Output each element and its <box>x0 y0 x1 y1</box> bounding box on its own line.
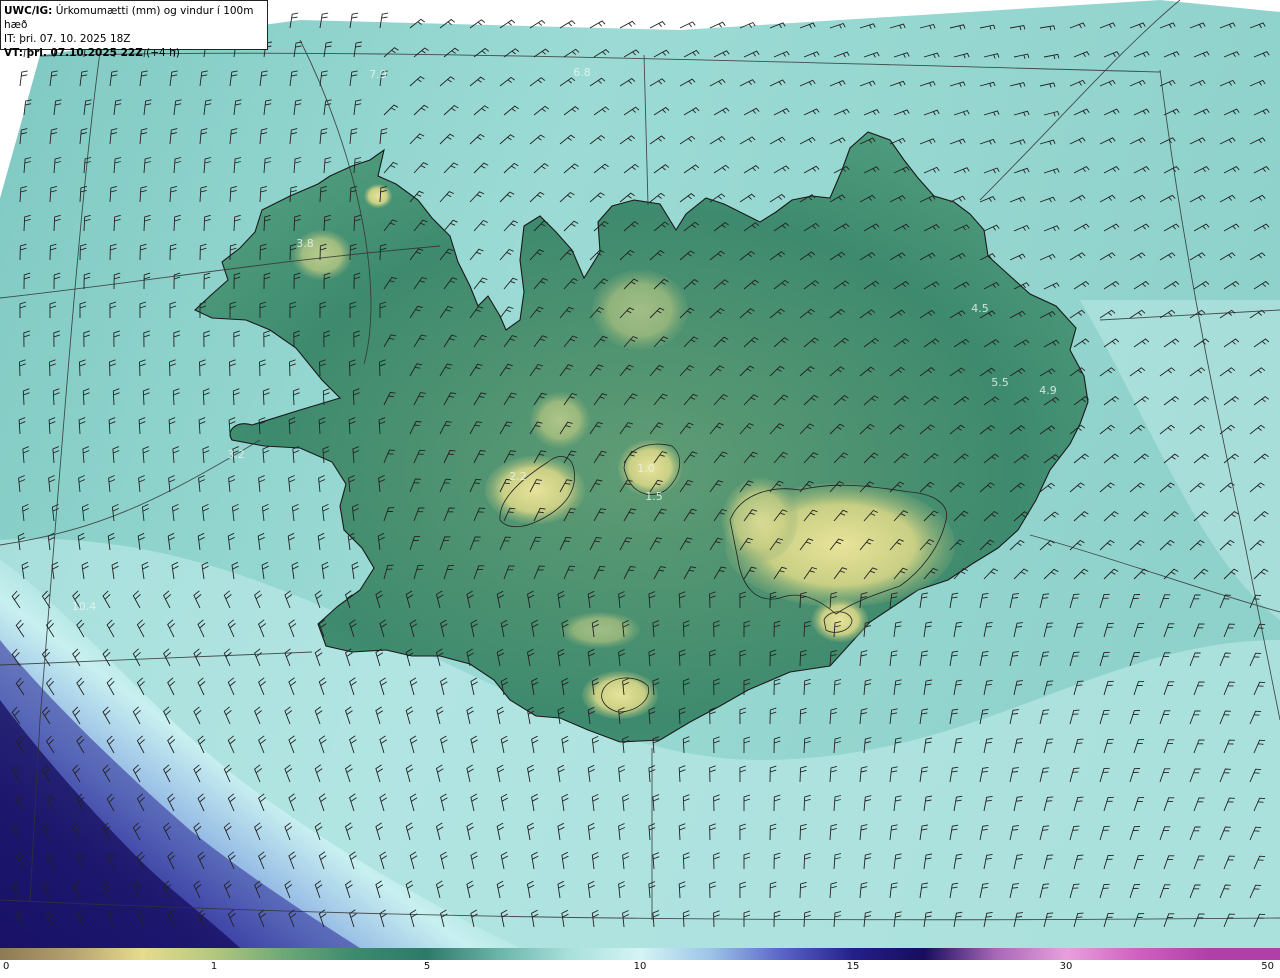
issue-time: IT: þri. 07. 10. 2025 18Z <box>4 33 131 45</box>
valid-offset: (+4 h) <box>146 47 180 59</box>
colorbar-tick-label: 5 <box>423 961 431 972</box>
value-label: 4.9 <box>1039 384 1057 397</box>
wind-barb <box>709 21 726 29</box>
colorbar-segment <box>853 948 925 960</box>
colorbar-tick-label: 1 <box>210 961 218 972</box>
value-label: 3.8 <box>296 237 314 250</box>
colorbar-segment <box>284 948 356 960</box>
colorbar-segment <box>1208 948 1280 960</box>
value-label: 6.8 <box>573 66 591 79</box>
title-line: UWC/IG: Úrkomumætti (mm) og vindur í 100… <box>4 4 264 32</box>
colorbar-segment <box>568 948 640 960</box>
value-label: 3.2 <box>227 448 245 461</box>
value-label: 7.9 <box>369 68 387 81</box>
colorbar-tick-label: 50 <box>1261 961 1274 972</box>
colorbar-segment <box>0 948 72 960</box>
valid-line: VT: þri. 07.10.2025 22Z (+4 h) <box>4 46 264 60</box>
colorbar-segment <box>711 948 783 960</box>
precipitation-wind-map[interactable]: 7.9 6.8 3.8 4.5 5.5 4.9 3.2 2.2 1.0 1.5 10.4 <box>0 0 1280 948</box>
colorbar-segment <box>213 948 285 960</box>
colorbar-segment <box>995 948 1067 960</box>
value-label: 2.2 <box>509 470 527 483</box>
value-label: 1.0 <box>637 462 655 475</box>
value-label: 4.5 <box>971 302 989 315</box>
value-label: 1.5 <box>645 490 663 503</box>
wind-barb <box>649 21 666 29</box>
wind-barb <box>679 21 696 29</box>
wind-barb <box>559 20 576 29</box>
colorbar-legend: 0 1 5 10 15 30 50 <box>0 948 1280 978</box>
colorbar-segment <box>1137 948 1209 960</box>
colorbar <box>0 948 1280 960</box>
valid-time: VT: þri. 07.10.2025 22Z <box>4 47 143 59</box>
value-label: 5.5 <box>991 376 1009 389</box>
colorbar-segment <box>426 948 498 960</box>
colorbar-segment <box>497 948 569 960</box>
colorbar-segment <box>924 948 996 960</box>
colorbar-tick-label: 30 <box>1059 961 1073 972</box>
colorbar-tick-label: 15 <box>846 961 860 972</box>
colorbar-segment <box>782 948 854 960</box>
wind-barb <box>619 20 636 29</box>
colorbar-tick-label: 0 <box>3 961 10 972</box>
value-label: 10.4 <box>72 600 97 613</box>
colorbar-segment <box>1066 948 1138 960</box>
info-box: UWC/IG: Úrkomumætti (mm) og vindur í 100… <box>0 0 268 59</box>
wind-barb <box>589 20 606 29</box>
model-label: UWC/IG: <box>4 5 53 17</box>
colorbar-tick-label: 10 <box>633 961 647 972</box>
colorbar-segment <box>71 948 143 960</box>
colorbar-segment <box>639 948 712 960</box>
colorbar-segment <box>142 948 214 960</box>
colorbar-segment <box>355 948 427 960</box>
